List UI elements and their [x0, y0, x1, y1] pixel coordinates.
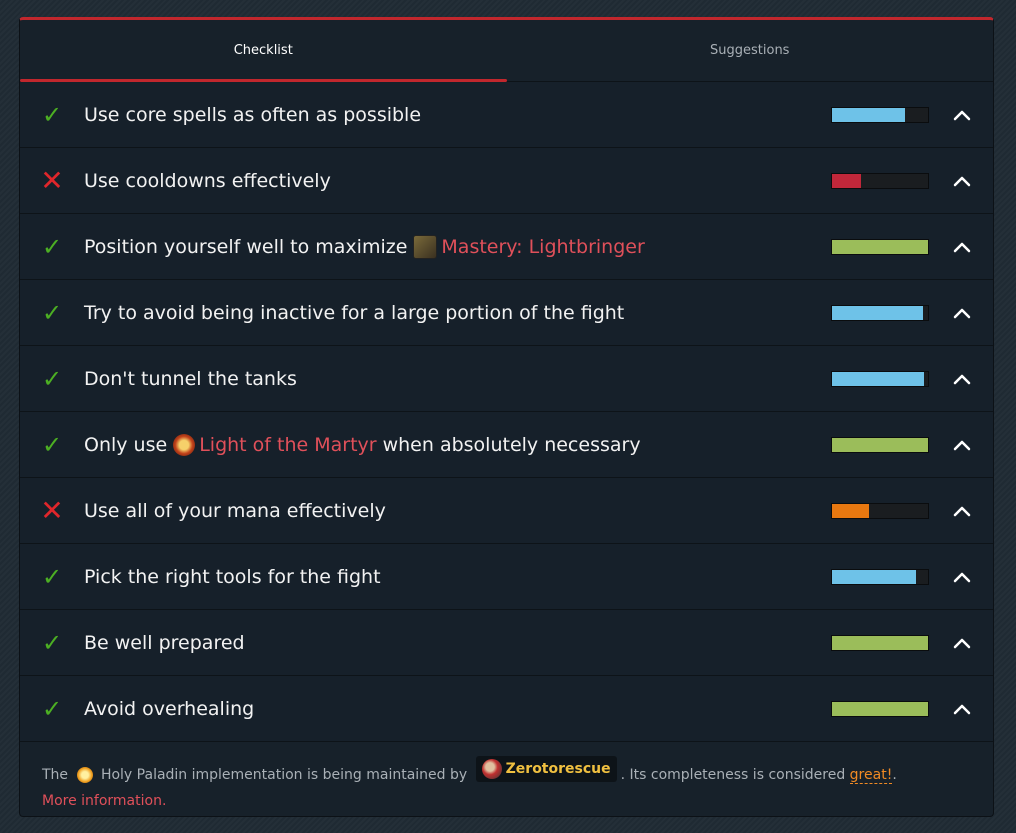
performance-bar [831, 238, 929, 255]
spell-link[interactable]: Light of the Martyr [199, 434, 376, 456]
performance-bar [831, 106, 929, 123]
performance-bar-fill [832, 305, 924, 320]
status-indicator: ✓ [20, 631, 84, 655]
chevron-up-icon[interactable] [950, 499, 974, 523]
checklist-item-text: Position yourself well to maximize [84, 235, 408, 258]
performance-bar-fill [832, 437, 928, 452]
performance-bar [831, 172, 929, 189]
check-icon: ✓ [41, 298, 63, 327]
check-icon: ✓ [41, 100, 63, 129]
author-name: Zerotorescue [505, 761, 611, 777]
checklist-row[interactable]: ✓ Be well prepared [20, 610, 993, 676]
status-indicator: ✓ [20, 301, 84, 325]
checklist-item-text: Use all of your mana effectively [84, 499, 386, 522]
chevron-up-icon[interactable] [950, 367, 974, 391]
performance-bar-fill [832, 635, 928, 650]
footer: The Holy Paladin implementation is being… [20, 742, 993, 816]
performance-bar-fill [832, 569, 917, 584]
performance-bar-fill [832, 701, 928, 716]
cross-icon: ✕ [40, 163, 64, 197]
author-badge[interactable]: Zerotorescue [475, 756, 617, 782]
performance-bar [831, 502, 929, 519]
tab-suggestions[interactable]: Suggestions [507, 20, 994, 81]
status-indicator: ✓ [20, 433, 84, 457]
checklist-rows: ✓ Use core spells as often as possible ✕ Us… [20, 82, 993, 742]
cross-icon: ✕ [40, 493, 64, 527]
performance-bar [831, 568, 929, 585]
status-indicator: ✕ [20, 493, 84, 527]
checklist-item-text: Be well prepared [84, 631, 245, 654]
footer-the: The [42, 767, 69, 783]
light-of-the-martyr-icon [173, 433, 196, 456]
author-avatar [481, 759, 502, 779]
checklist-row[interactable]: ✓ Avoid overhealing [20, 676, 993, 742]
chevron-up-icon[interactable] [950, 697, 974, 721]
completeness-link[interactable]: great! [849, 767, 893, 784]
performance-bar-fill [832, 173, 861, 188]
checklist-row[interactable]: ✓ Don't tunnel the tanks [20, 346, 993, 412]
chevron-up-icon[interactable] [950, 631, 974, 655]
checklist-row[interactable]: ✓ Only use Light of the Martyr when absolut… [20, 412, 993, 478]
checklist-item-text: Don't tunnel the tanks [84, 367, 297, 390]
checklist-row[interactable]: ✕ Use cooldowns effectively [20, 148, 993, 214]
performance-bar [831, 634, 929, 651]
holy-paladin-icon [76, 767, 93, 783]
more-information-link[interactable]: More information. [42, 788, 971, 814]
checklist-item-text: Pick the right tools for the fight [84, 565, 381, 588]
check-icon: ✓ [41, 694, 63, 723]
checklist-item-text: Use core spells as often as possible [84, 103, 422, 126]
checklist-row[interactable]: ✕ Use all of your mana effectively [20, 478, 993, 544]
footer-period: . [892, 767, 897, 783]
checklist-item-text: Avoid overhealing [84, 697, 255, 720]
performance-bar [831, 304, 929, 321]
status-indicator: ✓ [20, 697, 84, 721]
status-indicator: ✓ [20, 367, 84, 391]
chevron-up-icon[interactable] [950, 235, 974, 259]
checklist-row[interactable]: ✓ Use core spells as often as possible [20, 82, 993, 148]
checklist-item-text: Try to avoid being inactive for a large … [84, 301, 625, 324]
status-indicator: ✓ [20, 565, 84, 589]
check-icon: ✓ [41, 562, 63, 591]
chevron-up-icon[interactable] [950, 301, 974, 325]
spell-link[interactable]: Mastery: Lightbringer [441, 236, 644, 258]
tab-checklist[interactable]: Checklist [20, 20, 507, 81]
performance-bar [831, 370, 929, 387]
chevron-up-icon[interactable] [950, 433, 974, 457]
chevron-up-icon[interactable] [950, 103, 974, 127]
checklist-item-text-after: when absolutely necessary [382, 433, 641, 456]
performance-bar-fill [832, 107, 905, 122]
check-icon: ✓ [41, 628, 63, 657]
chevron-up-icon[interactable] [950, 565, 974, 589]
checklist-panel: Checklist Suggestions ✓ Use core spells a… [19, 17, 994, 817]
tab-bar: Checklist Suggestions [20, 20, 993, 82]
performance-bar [831, 436, 929, 453]
footer-maintainer-line: The Holy Paladin implementation is being… [42, 756, 971, 788]
performance-bar [831, 700, 929, 717]
status-indicator: ✕ [20, 163, 84, 197]
checklist-item-text: Use cooldowns effectively [84, 169, 331, 192]
footer-spec-text: Holy Paladin implementation is being mai… [100, 767, 468, 783]
check-icon: ✓ [41, 232, 63, 261]
performance-bar-fill [832, 239, 928, 254]
footer-completeness-text: . Its completeness is considered [620, 767, 846, 783]
status-indicator: ✓ [20, 103, 84, 127]
checklist-row[interactable]: ✓ Pick the right tools for the fight [20, 544, 993, 610]
performance-bar-fill [832, 503, 870, 518]
chevron-up-icon[interactable] [950, 169, 974, 193]
checklist-row[interactable]: ✓ Position yourself well to maximize Maste… [20, 214, 993, 280]
checklist-row[interactable]: ✓ Try to avoid being inactive for a large… [20, 280, 993, 346]
checklist-item-text: Only use [84, 433, 168, 456]
performance-bar-fill [832, 371, 925, 386]
check-icon: ✓ [41, 364, 63, 393]
status-indicator: ✓ [20, 235, 84, 259]
check-icon: ✓ [41, 430, 63, 459]
mastery-lightbringer-icon [413, 234, 438, 259]
